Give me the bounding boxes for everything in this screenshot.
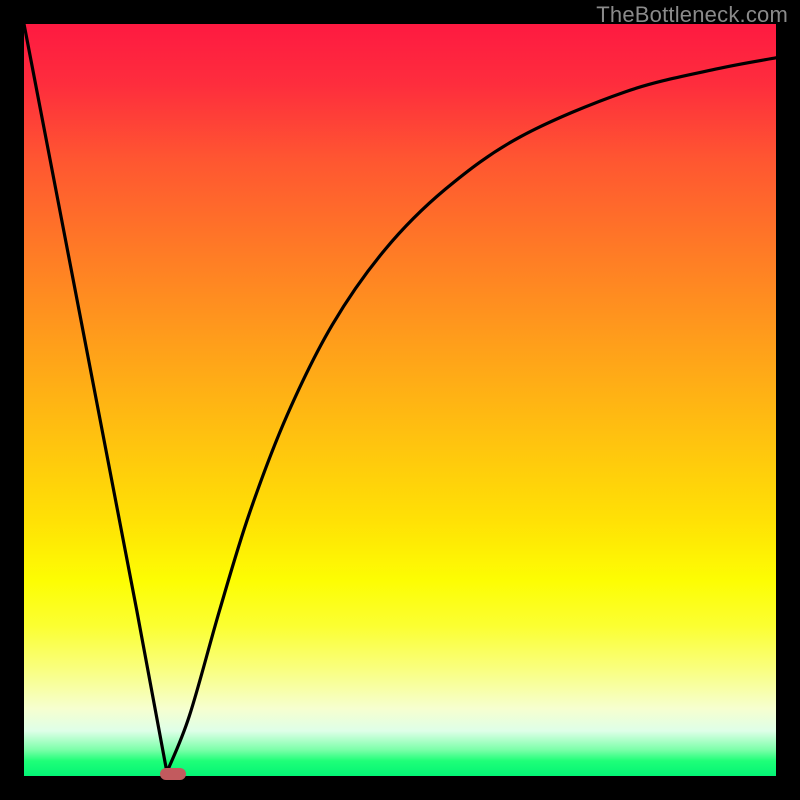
bottleneck-curve — [24, 24, 776, 776]
chart-frame: TheBottleneck.com — [0, 0, 800, 800]
minimum-marker — [160, 768, 186, 780]
watermark-text: TheBottleneck.com — [596, 2, 788, 28]
